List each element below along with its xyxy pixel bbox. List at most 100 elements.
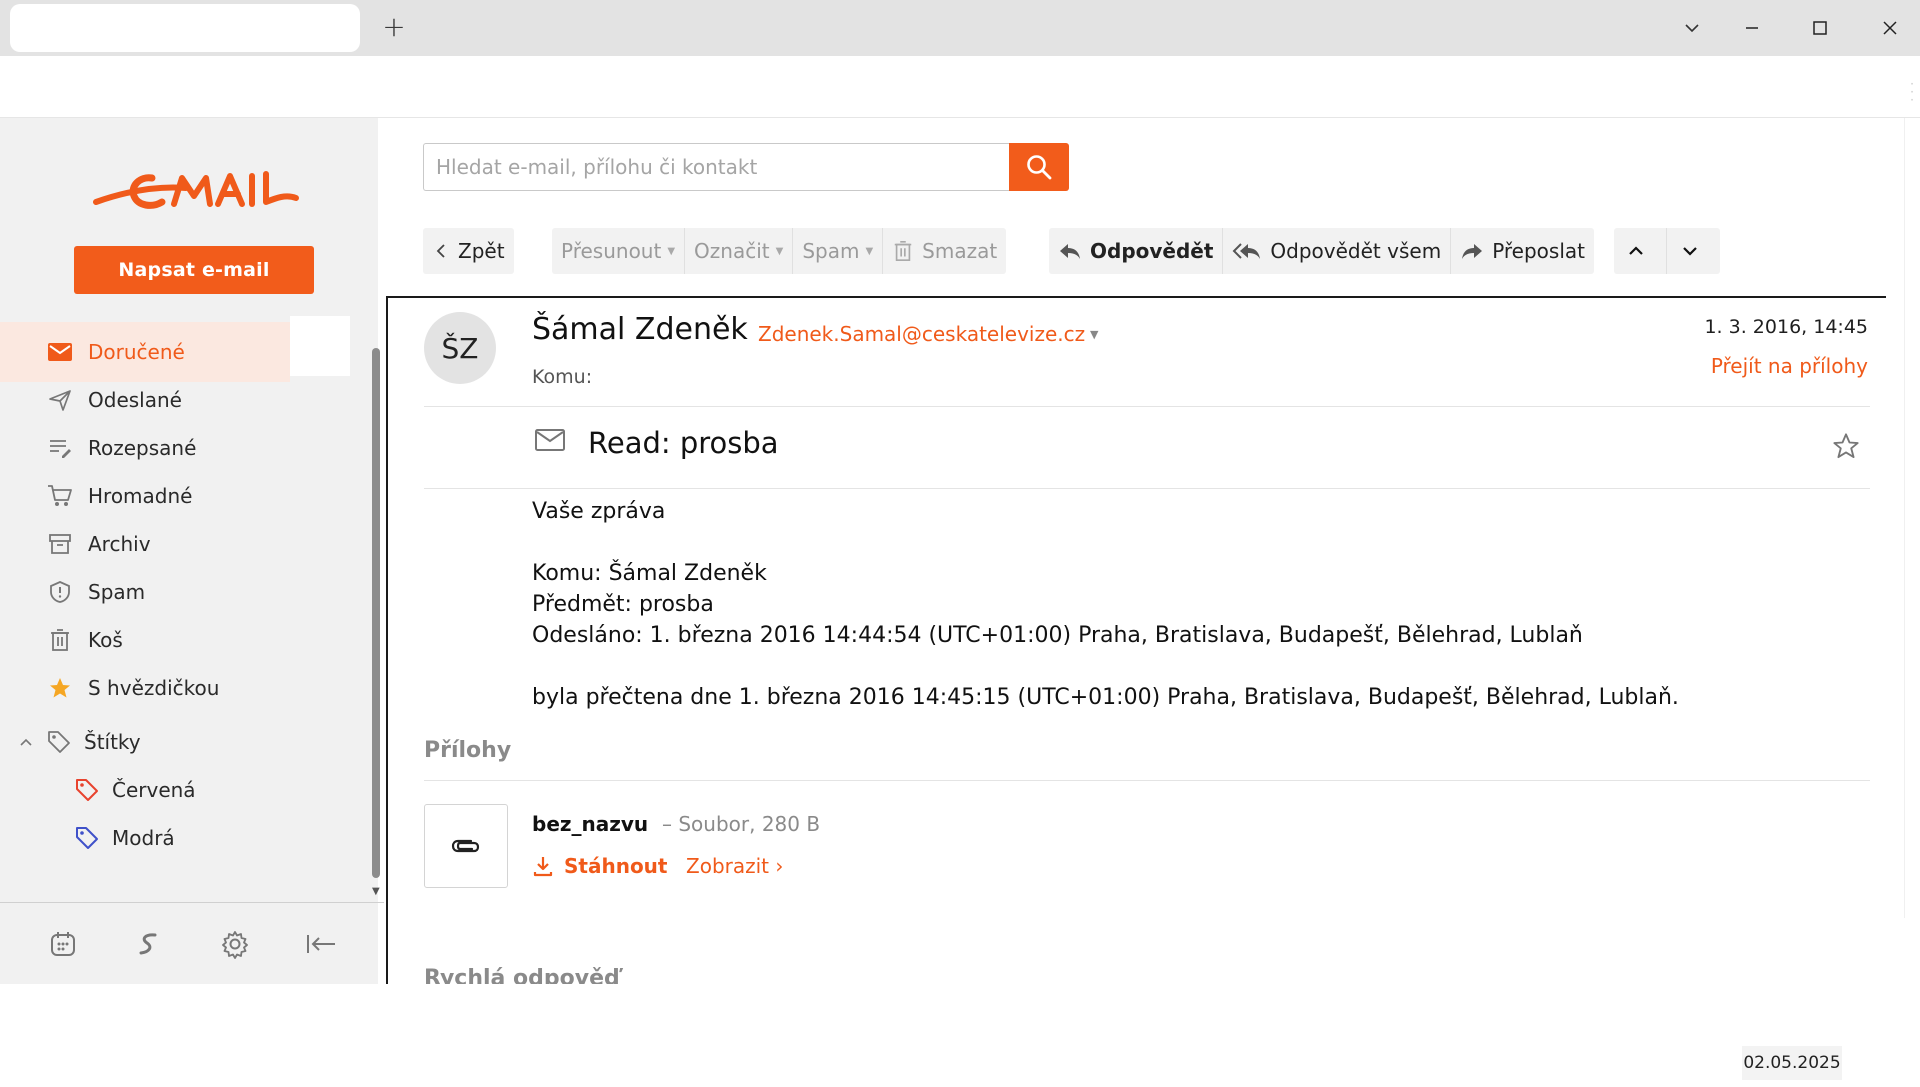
tab-list-chevron-icon[interactable] xyxy=(1672,10,1712,46)
label-text: Modrá xyxy=(112,826,175,850)
gear-icon[interactable] xyxy=(217,926,253,962)
move-label: Přesunout xyxy=(561,239,662,263)
toolbar-reply-group: Odpovědět Odpovědět všem Přeposlat xyxy=(1049,228,1594,274)
reply-all-icon xyxy=(1232,241,1270,261)
attachments-heading: Přílohy xyxy=(424,738,512,763)
divider xyxy=(424,488,1870,489)
chevron-up-icon[interactable] xyxy=(18,734,40,750)
divider xyxy=(424,780,1870,781)
next-message-button[interactable] xyxy=(1667,228,1720,274)
labels-section-header[interactable]: Štítky xyxy=(18,718,141,766)
sender-menu-caret-icon[interactable]: ▼ xyxy=(1090,328,1098,341)
folder-label: S hvězdičkou xyxy=(88,676,220,700)
shield-icon xyxy=(46,578,74,606)
star-icon xyxy=(46,674,74,702)
message-body: Vaše zpráva Komu: Šámal Zdeněk Předmět: … xyxy=(532,496,1679,713)
folder-bulk[interactable]: Hromadné xyxy=(0,472,360,520)
archive-icon xyxy=(46,530,74,558)
maximize-icon[interactable] xyxy=(1800,10,1840,46)
compose-button[interactable]: Napsat e-mail xyxy=(74,246,314,294)
send-icon xyxy=(46,386,74,414)
toolbar-actions-group: Přesunout ▼ Označit ▼ Spam ▼ Smazat xyxy=(552,228,1007,274)
download-label: Stáhnout xyxy=(564,854,668,878)
mark-label: Označit xyxy=(694,239,770,263)
label-blue[interactable]: Modrá xyxy=(74,814,175,862)
inbox-icon xyxy=(46,338,74,366)
draft-icon xyxy=(46,434,74,462)
folder-label: Odeslané xyxy=(88,388,182,412)
toolbar-nav-group xyxy=(1614,228,1720,274)
reply-all-label: Odpovědět všem xyxy=(1270,239,1442,263)
trash-icon xyxy=(46,626,74,654)
folder-label: Rozepsané xyxy=(88,436,197,460)
body-line: Komu: Šámal Zdeněk xyxy=(532,561,767,586)
star-outline-icon[interactable] xyxy=(1832,432,1860,464)
reply-all-button[interactable]: Odpovědět všem xyxy=(1223,228,1452,274)
sidebar-footer xyxy=(0,902,384,984)
folder-trash[interactable]: Koš xyxy=(0,616,360,664)
message-date: 1. 3. 2016, 14:45 xyxy=(1704,316,1868,338)
attachment-view-link[interactable]: Zobrazit › xyxy=(686,854,783,878)
move-button[interactable]: Přesunout ▼ xyxy=(552,228,686,274)
scroll-down-icon[interactable]: ▼ xyxy=(372,886,380,897)
reply-button[interactable]: Odpovědět xyxy=(1049,228,1224,274)
delete-label: Smazat xyxy=(922,239,998,263)
avatar[interactable]: ŠZ xyxy=(424,312,496,384)
search-icon xyxy=(1025,153,1053,181)
trash-icon xyxy=(892,240,922,262)
folder-sent[interactable]: Odeslané xyxy=(0,376,360,424)
mark-button[interactable]: Označit ▼ xyxy=(685,228,794,274)
sidebar-scrollbar[interactable] xyxy=(372,348,380,878)
previous-message-button[interactable] xyxy=(1614,228,1667,274)
browser-address-bar xyxy=(0,56,1920,118)
folder-starred[interactable]: S hvězdičkou xyxy=(0,664,360,712)
forward-button[interactable]: Přeposlat xyxy=(1451,228,1594,274)
taskbar-date: 02.05.2025 xyxy=(1742,1046,1842,1080)
search-button[interactable] xyxy=(1009,143,1069,191)
body-line: Vaše zpráva xyxy=(532,499,666,524)
attachment-thumbnail[interactable] xyxy=(424,804,508,888)
back-button[interactable]: Zpět xyxy=(423,228,514,274)
sender-email-link[interactable]: Zdenek.Samal@ceskatelevize.cz xyxy=(758,322,1085,346)
delete-button[interactable]: Smazat xyxy=(883,228,1006,274)
attachment-download-link[interactable]: Stáhnout xyxy=(532,854,667,878)
folder-label: Spam xyxy=(88,580,146,604)
calendar-icon[interactable] xyxy=(45,926,81,962)
folder-drafts[interactable]: Rozepsané xyxy=(0,424,360,472)
folder-label: Koš xyxy=(88,628,123,652)
body-line: Odesláno: 1. března 2016 14:44:54 (UTC+0… xyxy=(532,623,1583,648)
goto-attachments-link[interactable]: Přejít na přílohy xyxy=(1711,354,1868,378)
labels-heading: Štítky xyxy=(84,730,141,754)
folder-inbox[interactable]: Doručené xyxy=(0,316,360,382)
browser-menu-icon[interactable]: · · · xyxy=(1910,78,1914,106)
chevron-up-icon xyxy=(1627,242,1653,260)
quick-reply-heading: Rychlá odpověď xyxy=(424,966,620,984)
caret-down-icon: ▼ xyxy=(775,245,784,257)
message-subject: Read: prosba xyxy=(588,426,779,460)
viewport-edge xyxy=(1904,118,1905,918)
chevron-down-icon xyxy=(1681,242,1707,260)
paperclip-icon xyxy=(449,835,483,857)
new-tab-button[interactable]: + xyxy=(378,10,410,44)
folder-label: Archiv xyxy=(88,532,151,556)
minimize-icon[interactable] xyxy=(1732,10,1772,46)
email-logo[interactable] xyxy=(90,160,300,220)
search-input[interactable] xyxy=(423,143,1009,191)
envelope-icon xyxy=(534,428,566,458)
reply-icon xyxy=(1058,241,1090,261)
folder-list: Doručené Odeslané Rozepsané Hromadné Arc… xyxy=(0,316,360,712)
chevron-left-icon xyxy=(432,242,458,260)
spam-button[interactable]: Spam ▼ xyxy=(793,228,884,274)
folder-archive[interactable]: Archiv xyxy=(0,520,360,568)
label-red[interactable]: Červená xyxy=(74,766,196,814)
collapse-sidebar-icon[interactable] xyxy=(303,926,339,962)
close-icon[interactable] xyxy=(1870,10,1910,46)
browser-tab[interactable] xyxy=(10,4,360,52)
body-line: byla přečtena dne 1. března 2016 14:45:1… xyxy=(532,685,1679,710)
folder-spam[interactable]: Spam xyxy=(0,568,360,616)
caret-down-icon: ▼ xyxy=(667,245,676,257)
divider xyxy=(424,406,1870,407)
sender-name: Šámal Zdeněk xyxy=(532,312,748,347)
folder-label: Doručené xyxy=(88,340,185,364)
seznam-logo-icon[interactable] xyxy=(131,926,167,962)
